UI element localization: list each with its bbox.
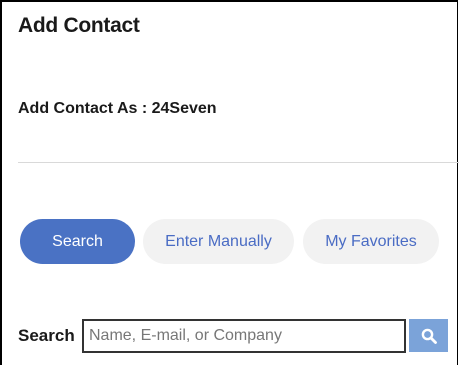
add-contact-as: Add Contact As : 24Seven — [18, 100, 217, 118]
panel-title: Add Contact — [18, 14, 140, 37]
tab-search[interactable]: Search — [20, 219, 135, 264]
search-button[interactable] — [409, 319, 448, 352]
divider — [18, 162, 459, 163]
add-contact-as-value: 24Seven — [151, 100, 217, 117]
add-contact-as-label: Add Contact As — [18, 100, 138, 117]
tab-my-favorites[interactable]: My Favorites — [303, 219, 439, 264]
search-icon — [421, 328, 437, 344]
search-input[interactable] — [82, 319, 406, 353]
add-contact-panel: Add Contact Add Contact As : 24Seven Sea… — [0, 0, 459, 365]
search-label: Search — [18, 326, 75, 345]
tab-enter-manually[interactable]: Enter Manually — [143, 219, 294, 264]
add-contact-as-separator: : — [137, 100, 152, 117]
